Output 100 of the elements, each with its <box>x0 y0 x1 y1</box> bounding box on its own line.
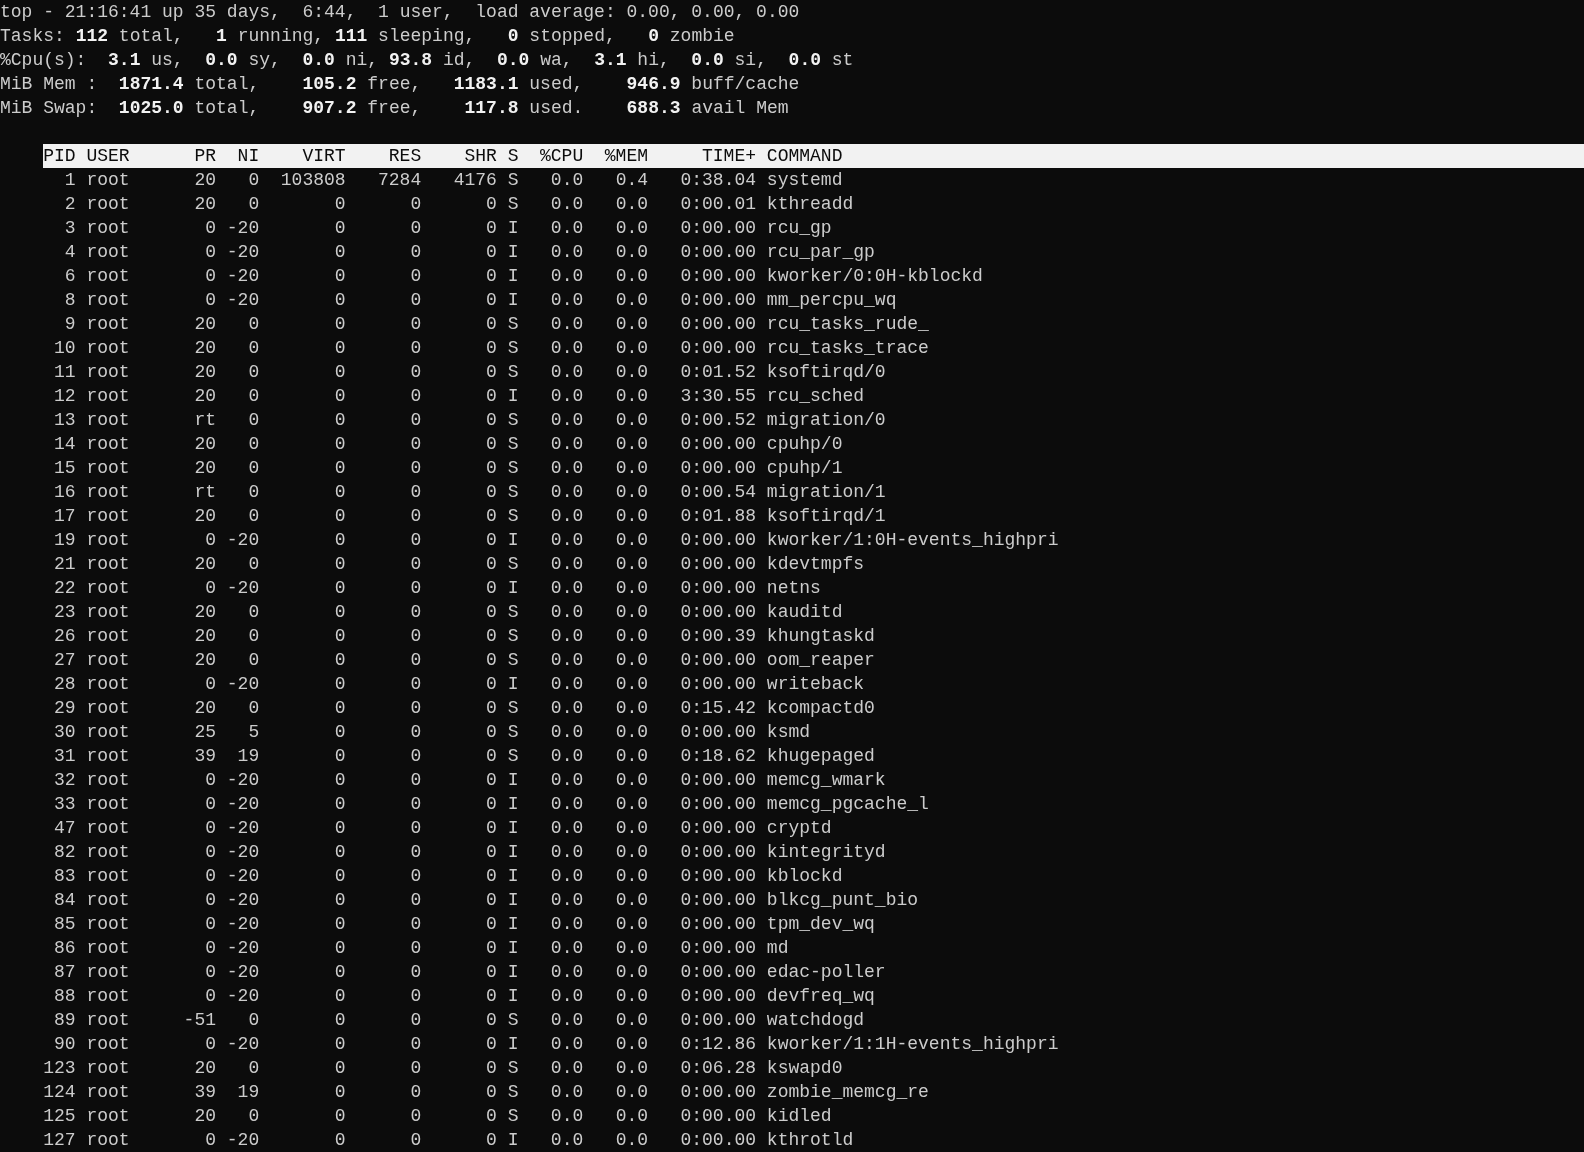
table-cell-text: I <box>507 817 519 840</box>
table-cell-text: root <box>86 241 130 264</box>
table-cell-text: 15 <box>54 457 76 480</box>
table-cell-text: 0:00.39 <box>680 625 757 648</box>
table-cell-text: 0.0 <box>550 1105 584 1128</box>
table-cell-text: -20 <box>226 529 260 552</box>
table-cell-text: kidled <box>766 1105 832 1128</box>
table-cell-text: 0 <box>248 361 260 384</box>
table-cell-text: 10 <box>54 337 76 360</box>
table-cell-text: 0 <box>486 865 497 888</box>
table-cell-text: 0:00.00 <box>680 721 757 744</box>
table-cell-text: root <box>86 721 130 744</box>
table-cell-text: 0 <box>486 409 497 432</box>
table-cell-text: 0 <box>410 937 422 960</box>
table-cell-text: 3 <box>64 217 76 240</box>
table-cell-text: zombie_memcg_re <box>766 1081 929 1104</box>
table-cell-text: I <box>507 769 519 792</box>
table-cell-text: I <box>507 577 519 600</box>
table-cell-text: 0:00.00 <box>680 985 757 1008</box>
table-cell-text: 0 <box>248 1105 260 1128</box>
table-cell-text: rcu_par_gp <box>766 241 875 264</box>
table-cell-text: ksoftirqd/0 <box>766 361 886 384</box>
table-cell-text: kauditd <box>766 601 843 624</box>
table-cell-text: -20 <box>226 913 260 936</box>
table-cell-text: I <box>507 937 519 960</box>
table-cell-text: I <box>507 1129 519 1152</box>
table-cell-text: 0:00.00 <box>680 937 757 960</box>
table-cell-text: -20 <box>226 1033 260 1056</box>
table-cell-text: 0 <box>334 769 346 792</box>
table-cell-text: 0 <box>334 721 346 744</box>
table-cell-text: 0.0 <box>550 841 584 864</box>
table-cell-text: 0 <box>334 673 346 696</box>
table-cell-text: 0 <box>248 697 260 720</box>
table-cell-text: 30 <box>54 721 76 744</box>
table-cell-text: 123 <box>43 1057 76 1080</box>
table-cell-text: 0.0 <box>615 1105 649 1128</box>
table-cell-text: 0 <box>486 457 497 480</box>
table-cell-text: 0 <box>205 793 216 816</box>
table-cell-text: 0 <box>486 769 497 792</box>
table-cell-text: 0.0 <box>615 505 649 528</box>
table-cell-text: 20 <box>194 1057 216 1080</box>
table-cell-text: 14 <box>54 433 76 456</box>
table-cell-text: 0:15.42 <box>680 697 757 720</box>
table-cell-text: 22 <box>54 577 76 600</box>
table-cell-text: 0.0 <box>550 889 584 912</box>
table-cell-text: 0:00.00 <box>680 817 757 840</box>
table-cell-text: 0 <box>334 1081 346 1104</box>
table-cell-text: 0:00.00 <box>680 865 757 888</box>
table-cell-text: 0 <box>486 601 497 624</box>
table-cell-text: I <box>507 265 519 288</box>
table-cell-text: 0 <box>486 745 497 768</box>
table-cell-text: root <box>86 817 130 840</box>
table-cell-text: systemd <box>766 169 843 192</box>
table-cell-text: 0 <box>486 1129 497 1152</box>
table-cell-text: 0 <box>486 937 497 960</box>
table-cell-text: 0 <box>410 289 422 312</box>
table-cell-text: 0.0 <box>550 337 584 360</box>
table-cell-text: 0 <box>205 577 216 600</box>
table-cell-text: 0.0 <box>550 817 584 840</box>
table-cell-text: 0 <box>334 241 346 264</box>
table-cell-text: 29 <box>54 697 76 720</box>
table-cell-text: 0.0 <box>550 721 584 744</box>
column-header: S <box>507 145 519 168</box>
table-cell-text: -20 <box>226 673 260 696</box>
table-cell-text: 0 <box>486 505 497 528</box>
table-cell-text: root <box>86 217 130 240</box>
table-cell-text: 0 <box>205 673 216 696</box>
table-cell-text: 0:00.00 <box>680 313 757 336</box>
table-cell-text: 0 <box>486 673 497 696</box>
table-cell-text: 0 <box>410 625 422 648</box>
table-cell-text: 0 <box>334 1033 346 1056</box>
table-cell-text: 0 <box>334 361 346 384</box>
table-cell-text: 90 <box>54 1033 76 1056</box>
column-header: NI <box>237 145 260 168</box>
table-cell-text: 0 <box>334 409 346 432</box>
table-cell-text: 0 <box>334 217 346 240</box>
table-cell-text: 0 <box>205 217 216 240</box>
table-cell-text: 0:00.01 <box>680 193 757 216</box>
table-cell-text: root <box>86 673 130 696</box>
table-cell-text: I <box>507 1033 519 1056</box>
table-cell-text: 0:00.00 <box>680 1105 757 1128</box>
table-cell-text: I <box>507 289 519 312</box>
table-cell-text: 0.0 <box>615 745 649 768</box>
table-cell-text: writeback <box>766 673 865 696</box>
table-cell-text: 0 <box>205 265 216 288</box>
table-cell-text: 0 <box>410 193 422 216</box>
table-cell-text: 0 <box>410 361 422 384</box>
table-cell-text: 0 <box>334 937 346 960</box>
table-cell-text: 0 <box>410 841 422 864</box>
column-header: SHR <box>464 145 497 168</box>
table-cell-text: kworker/1:0H-events_highpri <box>766 529 1059 552</box>
table-cell-text: 0 <box>334 553 346 576</box>
table-cell-text: root <box>86 265 130 288</box>
table-cell-text: 0.0 <box>550 409 584 432</box>
table-cell-text: 0.0 <box>550 361 584 384</box>
table-cell-text: 0 <box>410 721 422 744</box>
table-cell-text: 0.0 <box>615 913 649 936</box>
table-cell-text: 0 <box>334 337 346 360</box>
column-header: %MEM <box>604 145 648 168</box>
table-cell-text: blkcg_punt_bio <box>766 889 919 912</box>
